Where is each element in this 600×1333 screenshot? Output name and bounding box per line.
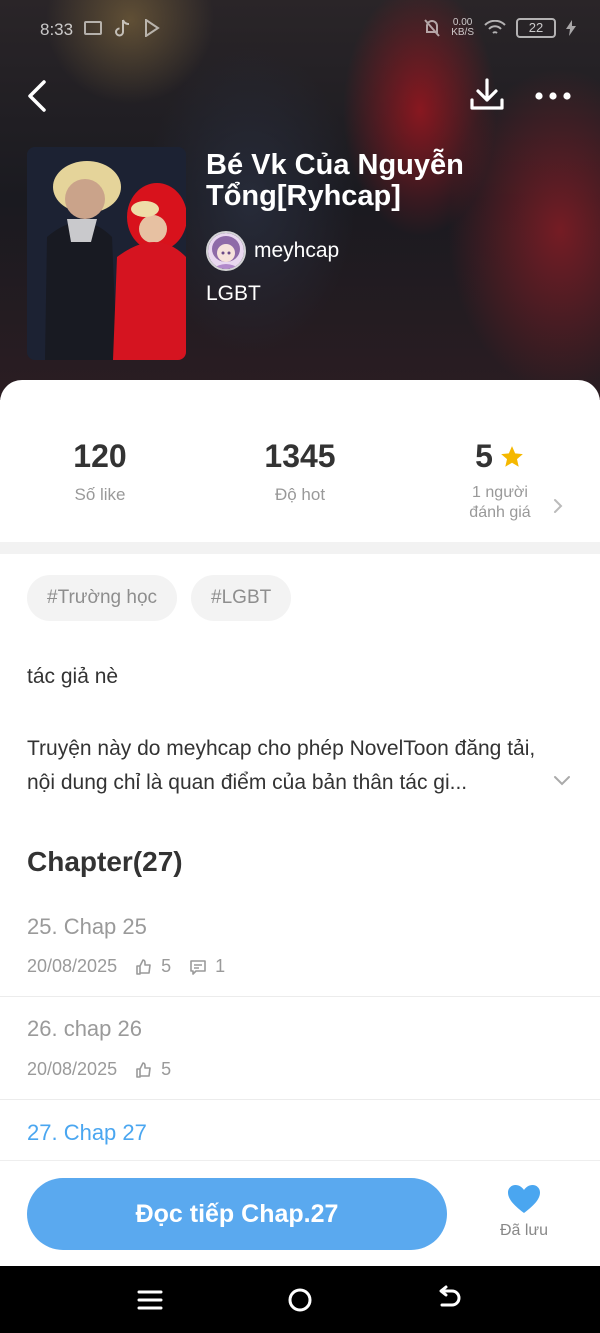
chapter-heading: Chapter(27) [27, 846, 183, 877]
row-divider [0, 996, 600, 997]
status-icons-left [84, 18, 160, 38]
chapter-title: 27. Chap 27 [27, 1120, 147, 1145]
expand-description-button[interactable] [552, 774, 572, 788]
mute-bell-icon [424, 19, 440, 37]
more-options-button[interactable] [532, 82, 574, 110]
chapter-likes: 5 [161, 1059, 172, 1079]
comment-icon [190, 959, 206, 975]
more-horizontal-icon [535, 92, 571, 100]
play-store-icon [145, 19, 160, 37]
tag-lgbt[interactable]: #LGBT [191, 575, 292, 621]
system-navigation-bar [0, 1266, 600, 1333]
heart-icon [508, 1185, 540, 1213]
chevron-right-icon [554, 499, 563, 513]
chapter-row[interactable]: 25. Chap 25 20/08/2025 5 1 [0, 906, 600, 996]
menu-icon [137, 1290, 163, 1310]
chevron-down-icon [554, 776, 570, 786]
chapter-date: 20/08/2025 [27, 956, 118, 976]
chapter-row[interactable]: 26. chap 26 20/08/2025 5 [0, 1010, 600, 1100]
hot-stat: 1345 Độ hot [200, 438, 400, 505]
tag-truong-hoc[interactable]: #Trường học [27, 575, 178, 621]
rating-count-label: 1 người [472, 484, 528, 501]
cover-image [27, 147, 186, 360]
saved-button[interactable]: Đã lưu [488, 1183, 560, 1249]
rating-value: 5 [475, 438, 493, 474]
continue-reading-button[interactable]: Đọc tiếp Chap.27 [27, 1178, 447, 1250]
tag-list: #Trường học #LGBT [27, 575, 292, 621]
genre-label: LGBT [206, 282, 261, 305]
status-icons-right: 0.00 KB/S 22 [423, 18, 576, 38]
bottom-action-bar: Đọc tiếp Chap.27 Đã lưu [0, 1160, 600, 1266]
network-speed: 0.00 KB/S [451, 17, 474, 38]
likes-stat: 120 Số like [0, 438, 200, 505]
status-bar: 8:33 0.00 KB/S 22 [0, 0, 600, 60]
hot-count: 1345 [264, 438, 336, 474]
header-background: 8:33 0.00 KB/S 22 Bé Vk Của Nguyễn Tổng[… [0, 0, 600, 400]
chapter-title: 25. Chap 25 [27, 914, 147, 939]
back-button[interactable] [22, 78, 54, 114]
chapter-row-current[interactable]: 27. Chap 27 [0, 1112, 600, 1158]
chapter-date: 20/08/2025 [27, 1059, 118, 1079]
charging-icon [566, 20, 576, 36]
download-button[interactable] [468, 76, 506, 114]
likes-label: Số like [74, 485, 126, 504]
chevron-left-icon [28, 80, 46, 112]
chapter-likes: 5 [161, 956, 172, 976]
row-divider [0, 1099, 600, 1100]
star-icon [501, 445, 523, 467]
system-back-button[interactable] [434, 1284, 466, 1316]
back-arrow-icon [439, 1285, 461, 1307]
status-time: 8:33 [40, 20, 74, 39]
chapter-title: 26. chap 26 [27, 1016, 142, 1041]
avatar [206, 231, 246, 271]
description-short: tác giả nè [27, 665, 119, 688]
chapter-meta: 20/08/2025 5 1 [27, 956, 225, 977]
home-button[interactable] [284, 1284, 316, 1316]
download-icon [470, 78, 504, 110]
saved-label: Đã lưu [499, 1222, 549, 1239]
rating-desc-label: đánh giá [469, 504, 531, 521]
thumbs-up-icon [136, 958, 151, 975]
likes-count: 120 [73, 438, 127, 474]
video-call-icon [84, 21, 102, 35]
tiktok-icon [115, 19, 130, 37]
description-long: Truyện này do meyhcap cho phép NovelToon… [27, 737, 536, 794]
battery-indicator: 22 [516, 18, 556, 38]
thumbs-up-icon [136, 1061, 151, 1078]
recent-apps-button[interactable] [134, 1284, 166, 1316]
author-link[interactable]: meyhcap [206, 231, 339, 271]
novel-title: Bé Vk Của Nguyễn Tổng[Ryhcap] [206, 149, 464, 212]
chapter-comments: 1 [215, 956, 226, 976]
author-name: meyhcap [254, 239, 340, 262]
hot-label: Độ hot [274, 485, 326, 504]
wifi-icon [484, 20, 506, 34]
stats-row: 120 Số like 1345 Độ hot 5 1 người đánh g… [0, 430, 600, 540]
chapter-meta: 20/08/2025 5 [27, 1059, 171, 1080]
section-divider [0, 542, 600, 554]
rating-stat[interactable]: 5 1 người đánh giá [400, 438, 600, 523]
home-circle-icon [288, 1288, 312, 1312]
